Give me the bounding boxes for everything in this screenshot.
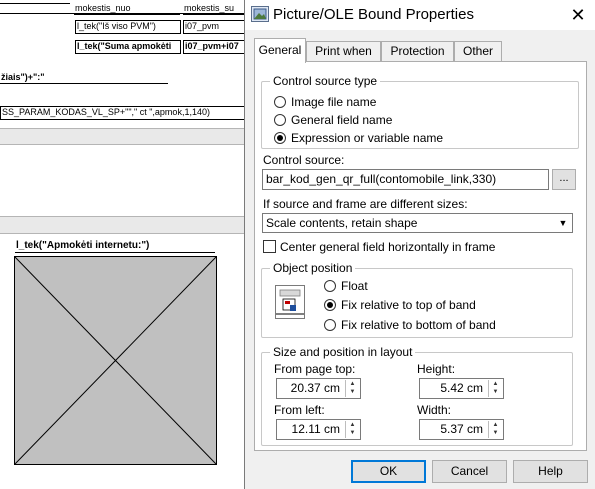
radio-fix-top-of-band[interactable]	[324, 299, 336, 311]
help-button[interactable]: Help	[513, 460, 588, 483]
radio-image-file-name[interactable]	[274, 96, 286, 108]
report-field[interactable]: i07_pvm+i07	[183, 40, 245, 54]
title-bar[interactable]: Picture/OLE Bound Properties ✕	[245, 0, 595, 30]
spinner-up-icon[interactable]: ▲	[346, 380, 359, 388]
from-left-value: 12.11 cm	[291, 422, 340, 436]
tab-general[interactable]: General	[254, 38, 306, 63]
report-designer-canvas: mokestis_nuo mokestis_su l_tek("Iš viso …	[0, 0, 245, 489]
spinner-buttons: ▲ ▼	[488, 380, 502, 397]
report-field[interactable]: l_tek("Suma apmokėti	[75, 40, 181, 54]
from-left-spinner[interactable]: 12.11 cm ▲ ▼	[276, 419, 361, 440]
spinner-down-icon[interactable]: ▼	[346, 429, 359, 437]
picture-placeholder-cross	[15, 257, 216, 464]
chevron-down-icon[interactable]: ▼	[554, 214, 572, 232]
size-mode-select[interactable]: Scale contents, retain shape ▼	[262, 213, 573, 233]
radio-label[interactable]: Fix relative to top of band	[341, 298, 476, 312]
report-field[interactable]: i07_pvm	[183, 20, 245, 34]
width-label: Width:	[417, 403, 452, 417]
size-mode-label: If source and frame are different sizes:	[263, 197, 468, 211]
spinner-down-icon[interactable]: ▼	[489, 429, 502, 437]
band-header[interactable]	[0, 128, 245, 144]
band-divider	[0, 233, 245, 234]
size-mode-value: Scale contents, retain shape	[266, 216, 418, 230]
from-left-label: From left:	[274, 403, 325, 417]
dialog-title: Picture/OLE Bound Properties	[273, 6, 474, 23]
height-label: Height:	[417, 362, 456, 376]
from-page-top-value: 20.37 cm	[290, 381, 340, 395]
height-spinner[interactable]: 5.42 cm ▲ ▼	[419, 378, 504, 399]
group-legend: Control source type	[270, 74, 381, 88]
spinner-up-icon[interactable]: ▲	[489, 380, 502, 388]
report-field[interactable]: l_tek("Apmokėti internetu:")	[15, 240, 215, 253]
browse-expression-button[interactable]: ...	[552, 169, 576, 190]
group-legend: Object position	[270, 261, 356, 275]
cancel-button[interactable]: Cancel	[432, 460, 507, 483]
radio-label[interactable]: Fix relative to bottom of band	[341, 318, 496, 332]
center-field-checkbox[interactable]	[263, 240, 276, 253]
report-field[interactable]: žiais")+":"	[0, 72, 168, 84]
column-header-field[interactable]: mokestis_nuo	[74, 3, 180, 15]
spinner-up-icon[interactable]: ▲	[489, 421, 502, 429]
spinner-buttons: ▲ ▼	[488, 421, 502, 438]
general-tab-panel: Control source type Image file name Gene…	[254, 61, 587, 451]
band-divider	[0, 144, 245, 145]
radio-label[interactable]: General field name	[291, 113, 392, 127]
radio-label[interactable]: Float	[341, 279, 368, 293]
size-position-group: Size and position in layout From page to…	[261, 345, 573, 446]
width-spinner[interactable]: 5.37 cm ▲ ▼	[419, 419, 504, 440]
group-legend: Size and position in layout	[270, 345, 416, 359]
tab-protection[interactable]: Protection	[381, 41, 454, 62]
band-divider	[0, 128, 245, 129]
control-source-input[interactable]: bar_kod_gen_qr_full(contomobile_link,330…	[262, 169, 549, 190]
column-header-field[interactable]	[0, 3, 70, 4]
picture-icon	[251, 6, 269, 22]
control-source-type-group: Control source type Image file name Gene…	[261, 74, 579, 149]
from-page-top-spinner[interactable]: 20.37 cm ▲ ▼	[276, 378, 361, 399]
tab-other[interactable]: Other	[454, 41, 502, 62]
picture-ole-properties-dialog: Picture/OLE Bound Properties ✕ General P…	[244, 0, 595, 489]
spinner-down-icon[interactable]: ▼	[489, 388, 502, 396]
radio-fix-bottom-of-band[interactable]	[324, 319, 336, 331]
close-button[interactable]: ✕	[561, 0, 595, 30]
radio-float[interactable]	[324, 280, 336, 292]
spinner-buttons: ▲ ▼	[345, 421, 359, 438]
radio-label[interactable]: Expression or variable name	[291, 131, 443, 145]
from-page-top-label: From page top:	[274, 362, 356, 376]
spinner-down-icon[interactable]: ▼	[346, 388, 359, 396]
control-source-label: Control source:	[263, 153, 345, 167]
spinner-buttons: ▲ ▼	[345, 380, 359, 397]
band-divider	[0, 216, 245, 217]
radio-label[interactable]: Image file name	[291, 95, 376, 109]
spinner-up-icon[interactable]: ▲	[346, 421, 359, 429]
radio-general-field-name[interactable]	[274, 114, 286, 126]
object-position-group: Object position Float Fix relative to to…	[261, 261, 573, 338]
report-field[interactable]: l_tek("Iš viso PVM")	[75, 20, 181, 34]
picture-ole-control[interactable]	[14, 256, 217, 465]
center-field-label[interactable]: Center general field horizontally in fra…	[280, 240, 495, 254]
column-header-field[interactable]: mokestis_su	[183, 3, 245, 15]
radio-expression-variable[interactable]	[274, 132, 286, 144]
object-position-icon	[275, 285, 305, 319]
width-value: 5.37 cm	[440, 422, 483, 436]
report-field[interactable]: SS_PARAM_KODAS_VL_SP+""," ct ",apmok,1,1…	[0, 106, 245, 120]
height-value: 5.42 cm	[440, 381, 483, 395]
tab-print-when[interactable]: Print when	[306, 41, 381, 62]
band-header[interactable]	[0, 216, 245, 233]
ok-button[interactable]: OK	[351, 460, 426, 483]
